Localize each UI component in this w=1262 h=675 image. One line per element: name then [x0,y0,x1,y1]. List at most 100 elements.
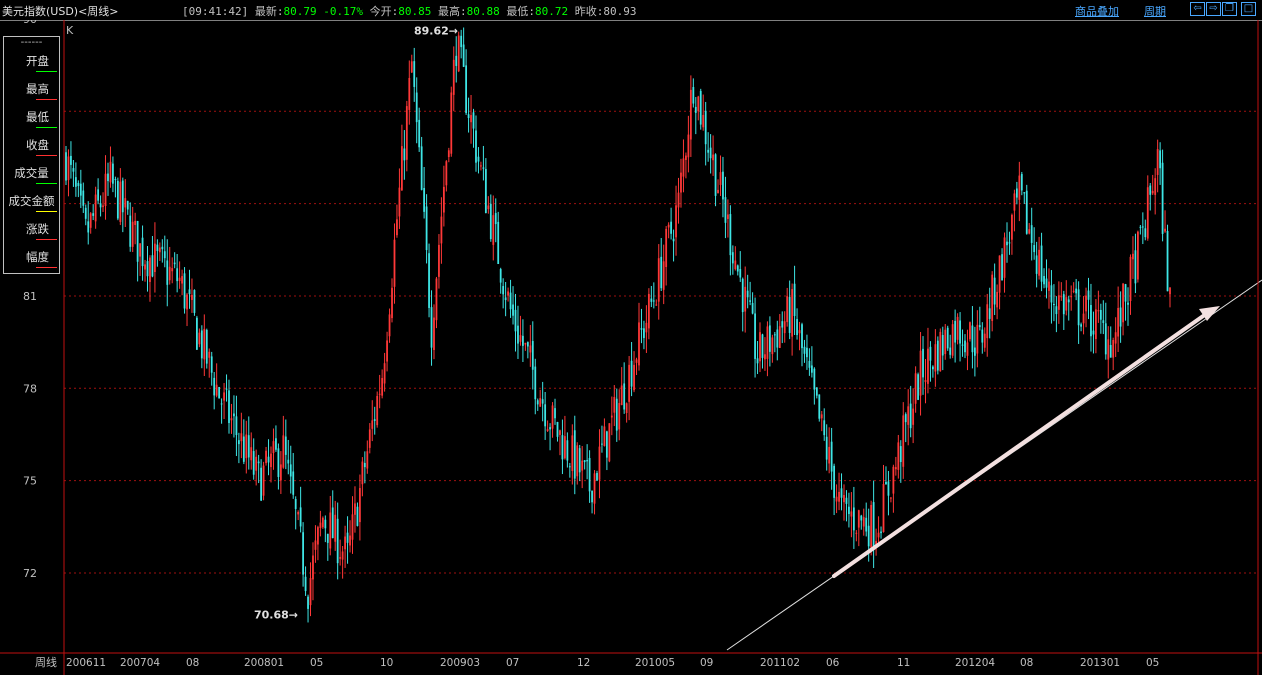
x-tick-label: 07 [506,657,519,669]
candle-body [526,342,529,347]
candle-body [475,130,477,163]
candle-body [615,398,618,431]
candle-body [107,173,109,182]
candle-body [813,368,816,390]
candle-body [709,147,712,159]
candle-body [420,146,423,190]
candle-body [1072,290,1075,292]
candle-body [988,308,991,319]
candle-body [899,446,902,463]
candle-body [408,77,411,110]
candle-body [741,278,744,313]
candle-body [277,448,280,477]
candle-body [225,388,228,390]
candle-body [704,110,707,145]
candle-body [282,435,285,468]
candle-body [126,200,129,210]
forward-icon[interactable]: ⇨ [1206,2,1221,16]
low-label: 最低: [506,5,535,18]
candle-body [630,360,633,387]
candle-body [754,313,756,359]
candle-body [680,172,682,193]
x-tick-label: 06 [826,657,840,669]
candle-body [381,378,384,396]
candle-body [887,481,890,496]
legend-item[interactable]: 成交量 [4,163,59,191]
candle-body [712,154,714,161]
candle-body [778,326,781,348]
candle-body [1048,281,1050,291]
candle-body [245,434,248,459]
candle-body [783,321,786,334]
candlestick-chart[interactable]: 72 75 78 81 90 K 周线 200611 200704 08 200801 05 10 200… [0,20,1262,675]
candle-body [509,292,512,310]
candle-body [193,290,196,313]
candle-body [230,418,233,421]
candle-body [218,387,221,399]
candle-body [284,436,287,455]
candle-body [971,325,974,353]
indicator-legend: ------ 开盘 最高 最低 收盘 成交量 成交金额 涨跌 幅度 [3,36,60,274]
legend-item[interactable]: 涨跌 [4,219,59,247]
legend-item[interactable]: 最低 [4,107,59,135]
candle-body [697,96,700,112]
candle-body [771,337,774,355]
candle-body [497,221,500,265]
candle-body [361,461,364,485]
candle-body [344,536,346,550]
candle-body [694,106,697,113]
candle-body [428,253,430,308]
candle-body [670,221,673,234]
candle-body [529,345,532,353]
candle-body [820,414,823,419]
legend-item[interactable]: 最高 [4,79,59,107]
candle-body [986,304,989,339]
candle-body [257,461,260,464]
candle-body [415,92,418,123]
candle-body [1169,287,1171,295]
legend-item[interactable]: 幅度 [4,247,59,275]
legend-item[interactable]: 成交金额 [4,191,59,219]
candle-body [447,150,450,158]
candle-body [534,366,537,400]
candle-body [714,154,717,196]
candle-body [689,89,692,140]
candle-body [727,214,729,219]
candle-body [334,514,337,542]
legend-item[interactable]: 开盘 [4,51,59,79]
back-icon[interactable]: ⇦ [1190,2,1205,16]
maximize-icon[interactable]: □ [1241,2,1256,16]
candle-body [270,453,272,468]
candle-body [373,419,376,421]
candle-body [400,146,403,191]
period-link[interactable]: 周期 [1144,3,1166,19]
candle-body [749,300,752,302]
overlay-commodity-link[interactable]: 商品叠加 [1075,3,1119,19]
candle-body [702,114,705,128]
candle-body [499,269,502,283]
candle-body [1050,285,1053,303]
candle-body [1033,245,1036,253]
candle-body [610,415,613,418]
candle-body [240,433,243,442]
candle-body [603,426,606,446]
candle-body [1001,254,1003,281]
restore-icon[interactable]: ❐ [1222,2,1237,16]
candle-body [850,511,853,517]
candle-body [1060,296,1063,298]
legend-color-line [36,183,57,184]
open-value: 80.85 [398,5,432,18]
candle-body [954,320,957,343]
candle-body [885,481,887,485]
candle-body [104,173,107,207]
candle-body [1117,307,1120,337]
candle-body [776,329,779,348]
x-tick-label: 201102 [760,657,800,669]
legend-dash: ------ [20,37,43,48]
legend-item[interactable]: 收盘 [4,135,59,163]
candle-body [200,330,203,359]
candle-body [1011,214,1013,240]
candle-body [865,517,868,532]
candle-body [559,430,561,435]
candle-body [339,557,342,559]
